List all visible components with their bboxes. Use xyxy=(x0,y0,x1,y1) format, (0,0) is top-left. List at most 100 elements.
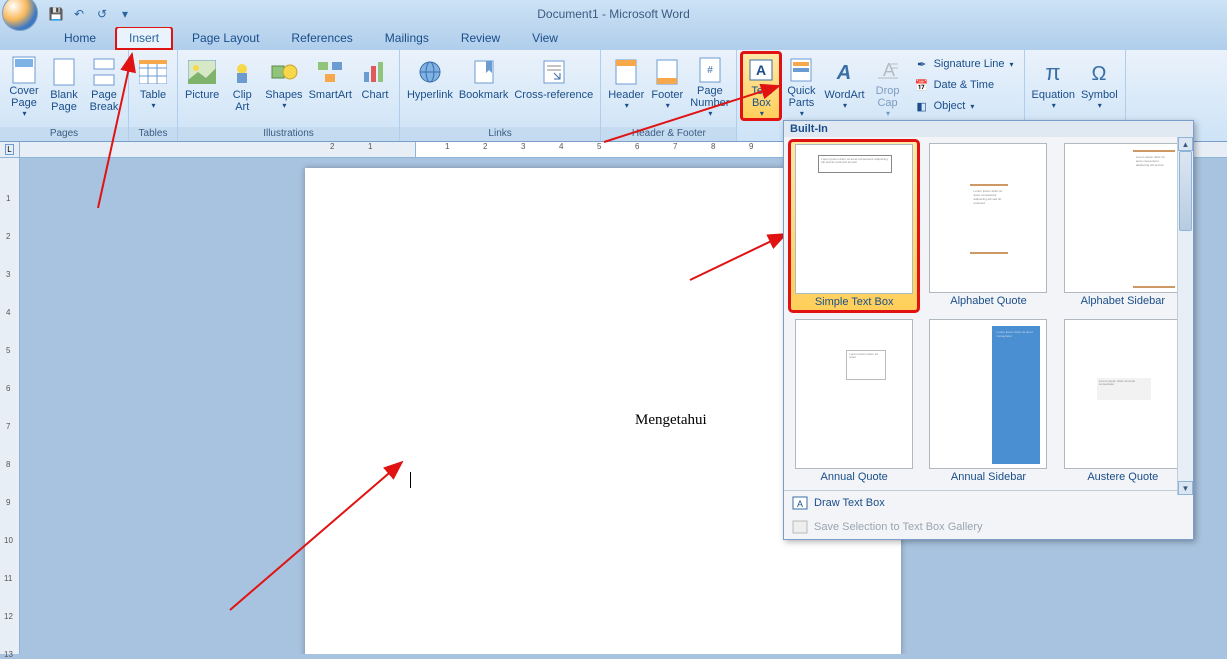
blank-page-icon xyxy=(48,56,80,88)
scroll-up-arrow[interactable]: ▲ xyxy=(1178,137,1193,151)
blank-page-button[interactable]: BlankPage xyxy=(44,52,84,120)
undo-button[interactable]: ↶ xyxy=(69,4,89,24)
thumb-annual-sidebar: Lorem ipsum dolor sit amet consectetur xyxy=(929,319,1047,469)
drop-cap-button[interactable]: A DropCap ▾ xyxy=(868,52,908,120)
hyperlink-button[interactable]: Hyperlink xyxy=(404,52,456,120)
group-label: Links xyxy=(400,127,600,141)
tab-review[interactable]: Review xyxy=(449,28,512,49)
bookmark-button[interactable]: Bookmark xyxy=(456,52,512,120)
svg-text:π: π xyxy=(1046,60,1061,85)
save-selection-item: Save Selection to Text Box Gallery xyxy=(784,515,1193,539)
gallery-header: Built-In xyxy=(784,121,1193,137)
clip-art-button[interactable]: ClipArt xyxy=(222,52,262,120)
title-bar: 💾 ↶ ↺ ▾ Document1 - Microsoft Word xyxy=(0,0,1227,27)
header-button[interactable]: Header ▾ xyxy=(605,52,647,120)
chevron-down-icon: ▾ xyxy=(122,7,128,21)
ribbon-tabs: Home Insert Page Layout References Maili… xyxy=(0,27,1227,49)
draw-text-box-item[interactable]: A Draw Text Box xyxy=(784,491,1193,515)
cross-ref-icon xyxy=(538,56,570,88)
chevron-down-icon: ▾ xyxy=(970,102,974,111)
gallery-item-alphabet-sidebar[interactable]: Lorem ipsum dolor sit amet consectetur a… xyxy=(1059,141,1187,311)
tab-page-layout[interactable]: Page Layout xyxy=(180,28,271,49)
footer-icon xyxy=(651,56,683,88)
footer-button[interactable]: Footer ▾ xyxy=(647,52,687,120)
tab-view[interactable]: View xyxy=(520,28,570,49)
date-time-button[interactable]: 📅 Date & Time xyxy=(910,75,1018,95)
gallery-item-annual-quote[interactable]: Lorem ipsum dolor sit amet Annual Quote xyxy=(790,317,918,485)
quick-parts-icon xyxy=(785,56,817,84)
save-button[interactable]: 💾 xyxy=(46,4,66,24)
wordart-icon: A xyxy=(828,56,860,88)
svg-text:A: A xyxy=(836,62,851,84)
chevron-down-icon: ▾ xyxy=(1052,101,1056,110)
ruler-corner[interactable]: L xyxy=(0,142,20,158)
svg-text:A: A xyxy=(756,62,766,78)
smartart-button[interactable]: SmartArt xyxy=(306,52,355,120)
wordart-button[interactable]: A WordArt ▾ xyxy=(821,52,867,120)
shapes-icon xyxy=(268,56,300,88)
object-button[interactable]: ◧ Object ▾ xyxy=(910,96,1018,116)
page-number-button[interactable]: # PageNumber ▾ xyxy=(687,52,732,120)
text-cursor xyxy=(410,472,411,488)
gallery-body[interactable]: Lorem ipsum dolor sit amet consectetur a… xyxy=(784,137,1193,490)
table-icon xyxy=(137,56,169,88)
tab-insert[interactable]: Insert xyxy=(116,27,172,49)
thumb-austere-quote: Lorem ipsum dolor sit amet consectetur xyxy=(1064,319,1182,469)
chart-icon xyxy=(359,56,391,88)
group-label: Tables xyxy=(129,127,177,141)
page-break-button[interactable]: PageBreak xyxy=(84,52,124,120)
group-header-footer: Header ▾ Footer ▾ # PageNumber ▾ Header … xyxy=(601,50,737,141)
gallery-scrollbar[interactable]: ▲ ▼ xyxy=(1177,137,1193,495)
qat-customize[interactable]: ▾ xyxy=(115,4,135,24)
office-button[interactable] xyxy=(2,0,38,31)
symbol-button[interactable]: Ω Symbol ▾ xyxy=(1078,52,1121,120)
equation-button[interactable]: π Equation ▾ xyxy=(1029,52,1078,120)
chevron-down-icon: ▾ xyxy=(1010,60,1014,69)
thumb-alphabet-quote: Lorem ipsum dolor sit amet consectetur a… xyxy=(929,143,1047,293)
page-break-icon xyxy=(88,56,120,88)
chevron-down-icon: ▾ xyxy=(1098,101,1102,110)
tab-references[interactable]: References xyxy=(279,28,364,49)
redo-button[interactable]: ↺ xyxy=(92,4,112,24)
scroll-thumb[interactable] xyxy=(1179,151,1192,231)
clip-art-icon xyxy=(226,56,258,88)
chevron-down-icon: ▾ xyxy=(282,101,286,110)
group-tables: Table ▾ Tables xyxy=(129,50,178,141)
tab-home[interactable]: Home xyxy=(52,28,108,49)
group-label: Pages xyxy=(0,127,128,141)
quick-parts-button[interactable]: QuickParts ▾ xyxy=(781,52,821,120)
group-pages: CoverPage ▾ BlankPage PageBreak Pages xyxy=(0,50,129,141)
gallery-item-alphabet-quote[interactable]: Lorem ipsum dolor sit amet consectetur a… xyxy=(924,141,1052,311)
gallery-item-austere-quote[interactable]: Lorem ipsum dolor sit amet consectetur A… xyxy=(1059,317,1187,485)
cover-page-button[interactable]: CoverPage ▾ xyxy=(4,52,44,120)
signature-icon: ✒ xyxy=(914,56,930,72)
hyperlink-icon xyxy=(414,56,446,88)
table-button[interactable]: Table ▾ xyxy=(133,52,173,120)
svg-text:Ω: Ω xyxy=(1092,63,1107,85)
group-label: Illustrations xyxy=(178,127,399,141)
draw-text-box-icon: A xyxy=(792,495,808,511)
quick-access-toolbar: 💾 ↶ ↺ ▾ xyxy=(46,4,135,24)
picture-button[interactable]: Picture xyxy=(182,52,222,120)
gallery-item-simple-text-box[interactable]: Lorem ipsum dolor sit amet consectetur a… xyxy=(790,141,918,311)
chart-button[interactable]: Chart xyxy=(355,52,395,120)
thumb-simple-text-box: Lorem ipsum dolor sit amet consectetur a… xyxy=(795,144,913,294)
scroll-down-arrow[interactable]: ▼ xyxy=(1178,481,1193,495)
tab-mailings[interactable]: Mailings xyxy=(373,28,441,49)
signature-line-button[interactable]: ✒ Signature Line ▾ xyxy=(910,54,1018,74)
equation-icon: π xyxy=(1037,56,1069,88)
svg-text:#: # xyxy=(707,65,713,76)
header-icon xyxy=(610,56,642,88)
picture-icon xyxy=(186,56,218,88)
vertical-ruler[interactable]: 1 2 3 4 5 6 7 8 9 10 11 12 13 xyxy=(0,158,20,654)
bookmark-icon xyxy=(468,56,500,88)
chevron-down-icon: ▾ xyxy=(151,101,155,110)
text-box-button[interactable]: A TextBox ▾ xyxy=(741,52,781,120)
gallery-item-annual-sidebar[interactable]: Lorem ipsum dolor sit amet consectetur A… xyxy=(924,317,1052,485)
cover-page-icon xyxy=(8,56,40,84)
cross-reference-button[interactable]: Cross-reference xyxy=(511,52,596,120)
chevron-down-icon: ▾ xyxy=(800,109,804,118)
shapes-button[interactable]: Shapes ▾ xyxy=(262,52,305,120)
group-links: Hyperlink Bookmark Cross-reference Links xyxy=(400,50,601,141)
page-number-icon: # xyxy=(694,56,726,84)
